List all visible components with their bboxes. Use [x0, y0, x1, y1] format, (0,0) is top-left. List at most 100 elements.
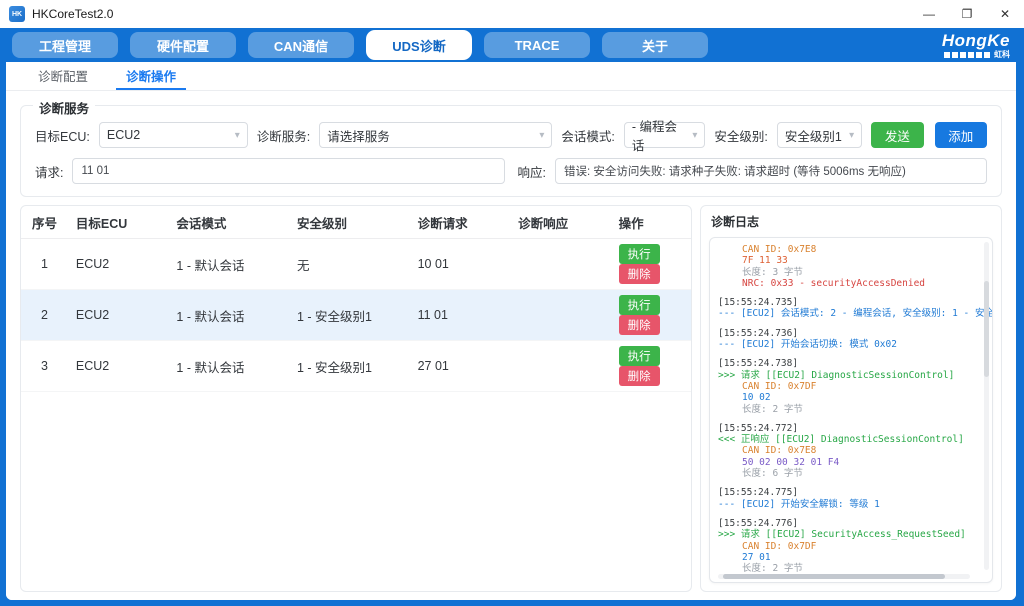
- window-controls: — ❐ ✕: [910, 0, 1024, 28]
- table-row[interactable]: 3ECU21 - 默认会话1 - 安全级别127 01执行删除: [21, 341, 691, 392]
- subtab-diag-operate[interactable]: 诊断操作: [116, 62, 186, 90]
- security-level-select[interactable]: 安全级别1 ▾: [777, 122, 862, 148]
- log-line: CAN ID: 0x7DF: [718, 381, 976, 392]
- add-button[interactable]: 添加: [935, 122, 987, 148]
- log-line: 长度: 2 字节: [718, 404, 976, 415]
- execute-button[interactable]: 执行: [619, 346, 660, 366]
- chevron-down-icon: ▾: [539, 130, 544, 141]
- log-vertical-scrollbar-thumb[interactable]: [984, 281, 989, 377]
- security-level-label: 安全级别:: [714, 126, 767, 145]
- log-line: [15:55:24.772]: [718, 423, 976, 434]
- log-horizontal-scrollbar[interactable]: [718, 574, 970, 579]
- session-mode-select[interactable]: - 编程会话 ▾: [624, 122, 706, 148]
- table-actions-cell: 执行删除: [611, 290, 691, 341]
- table-header-cell: 会话模式: [168, 206, 289, 239]
- log-line: 10 02: [718, 392, 976, 403]
- table-header-cell: 操作: [611, 206, 691, 239]
- table-row[interactable]: 1ECU21 - 默认会话无10 01执行删除: [21, 239, 691, 290]
- nav-tab-about[interactable]: 关于: [602, 32, 708, 58]
- log-horizontal-scrollbar-thumb[interactable]: [723, 574, 945, 579]
- delete-button[interactable]: 删除: [619, 315, 660, 335]
- diag-service-select[interactable]: 请选择服务 ▾: [319, 122, 552, 148]
- diagnostic-log-panel: 诊断日志 CAN ID: 0x7E87F 11 33长度: 3 字节NRC: 0…: [700, 205, 1002, 592]
- table-cell: 2: [21, 290, 68, 341]
- target-ecu-select[interactable]: ECU2 ▾: [99, 122, 248, 148]
- window-frame: 诊断配置诊断操作 诊断服务 目标ECU: ECU2 ▾ 诊断服务: 请选择服务: [0, 62, 1024, 606]
- table-cell: ECU2: [68, 290, 169, 341]
- log-line: 50 02 00 32 01 F4: [718, 457, 976, 468]
- table-cell: 1: [21, 239, 68, 290]
- delete-button[interactable]: 删除: [619, 264, 660, 284]
- logo-squares: 虹科: [942, 51, 1010, 59]
- close-icon[interactable]: ✕: [986, 0, 1024, 28]
- log-spacer: [718, 289, 976, 297]
- log-line: --- [ECU2] 会话模式: 2 - 编程会话, 安全级别: 1 - 安全级…: [718, 308, 976, 319]
- request-response-row: 请求: 响应:: [35, 158, 987, 184]
- maximize-icon[interactable]: ❐: [948, 0, 986, 28]
- log-line: [15:55:24.775]: [718, 487, 976, 498]
- session-mode-label: 会话模式:: [561, 126, 614, 145]
- nav-tab-uds[interactable]: UDS诊断: [366, 30, 472, 60]
- target-ecu-label: 目标ECU:: [35, 126, 90, 145]
- table-cell: [510, 341, 611, 392]
- log-line: --- [ECU2] 开始会话切换: 模式 0x02: [718, 339, 976, 350]
- diagnostic-service-card: 诊断服务 目标ECU: ECU2 ▾ 诊断服务: 请选择服务 ▾ 会话模式:: [20, 105, 1002, 197]
- section-title: 诊断服务: [33, 98, 95, 117]
- log-spacer: [718, 320, 976, 328]
- subtab-diag-config[interactable]: 诊断配置: [28, 62, 98, 90]
- response-label: 响应:: [518, 162, 546, 181]
- response-input[interactable]: [555, 158, 987, 184]
- log-line: CAN ID: 0x7DF: [718, 541, 976, 552]
- nav-tab-can[interactable]: CAN通信: [248, 32, 354, 58]
- execute-button[interactable]: 执行: [619, 295, 660, 315]
- table-cell: 1 - 默认会话: [168, 290, 289, 341]
- table-header-cell: 诊断请求: [410, 206, 511, 239]
- log-vertical-scrollbar[interactable]: [984, 242, 989, 570]
- nav-tab-trace[interactable]: TRACE: [484, 32, 590, 58]
- content-area: 诊断配置诊断操作 诊断服务 目标ECU: ECU2 ▾ 诊断服务: 请选择服务: [6, 62, 1016, 600]
- table-header-cell: 诊断响应: [510, 206, 611, 239]
- table-row[interactable]: 2ECU21 - 默认会话1 - 安全级别111 01执行删除: [21, 290, 691, 341]
- minimize-icon[interactable]: —: [910, 0, 948, 28]
- log-line: CAN ID: 0x7E8: [718, 244, 976, 255]
- logo-text: HongKe: [942, 32, 1010, 49]
- table-cell: 1 - 默认会话: [168, 239, 289, 290]
- log-box[interactable]: CAN ID: 0x7E87F 11 33长度: 3 字节NRC: 0x33 -…: [709, 237, 993, 583]
- chevron-down-icon: ▾: [849, 130, 854, 141]
- log-line: 7F 11 33: [718, 255, 976, 266]
- table-cell: [510, 239, 611, 290]
- log-line: CAN ID: 0x7E8: [718, 445, 976, 456]
- log-line: 长度: 2 字节: [718, 563, 976, 574]
- table-cell: 无: [289, 239, 410, 290]
- table-actions-cell: 执行删除: [611, 341, 691, 392]
- log-line: --- [ECU2] 开始安全解锁: 等级 1: [718, 499, 976, 510]
- nav-tab-hardware[interactable]: 硬件配置: [130, 32, 236, 58]
- diagnostic-table: 序号目标ECU会话模式安全级别诊断请求诊断响应操作 1ECU21 - 默认会话无…: [21, 206, 691, 392]
- main-nav: 工程管理硬件配置 CAN通信 UDS诊断 TRACE 关于 HongKe 虹科: [0, 28, 1024, 62]
- log-line: 27 01: [718, 552, 976, 563]
- table-cell: 3: [21, 341, 68, 392]
- nav-tab-project[interactable]: 工程管理: [12, 32, 118, 58]
- log-spacer: [718, 479, 976, 487]
- target-ecu-value: ECU2: [107, 128, 140, 142]
- logo-sub-text: 虹科: [994, 51, 1010, 59]
- log-line: >>> 请求 [[ECU2] SecurityAccess_RequestSee…: [718, 529, 976, 540]
- log-spacer: [718, 510, 976, 518]
- session-mode-value: - 编程会话: [632, 116, 686, 154]
- table-cell: ECU2: [68, 239, 169, 290]
- table-cell: 1 - 安全级别1: [289, 341, 410, 392]
- diag-service-label: 诊断服务:: [257, 126, 310, 145]
- table-header-cell: 序号: [21, 206, 68, 239]
- table-cell: 1 - 安全级别1: [289, 290, 410, 341]
- request-input[interactable]: [72, 158, 504, 184]
- security-level-value: 安全级别1: [785, 126, 842, 145]
- send-button[interactable]: 发送: [871, 122, 923, 148]
- request-label: 请求:: [35, 162, 63, 181]
- window-title: HKCoreTest2.0: [32, 7, 113, 21]
- log-line: 长度: 6 字节: [718, 468, 976, 479]
- table-cell: 1 - 默认会话: [168, 341, 289, 392]
- log-line: [15:55:24.776]: [718, 518, 976, 529]
- execute-button[interactable]: 执行: [619, 244, 660, 264]
- log-line: [15:55:24.736]: [718, 328, 976, 339]
- delete-button[interactable]: 删除: [619, 366, 660, 386]
